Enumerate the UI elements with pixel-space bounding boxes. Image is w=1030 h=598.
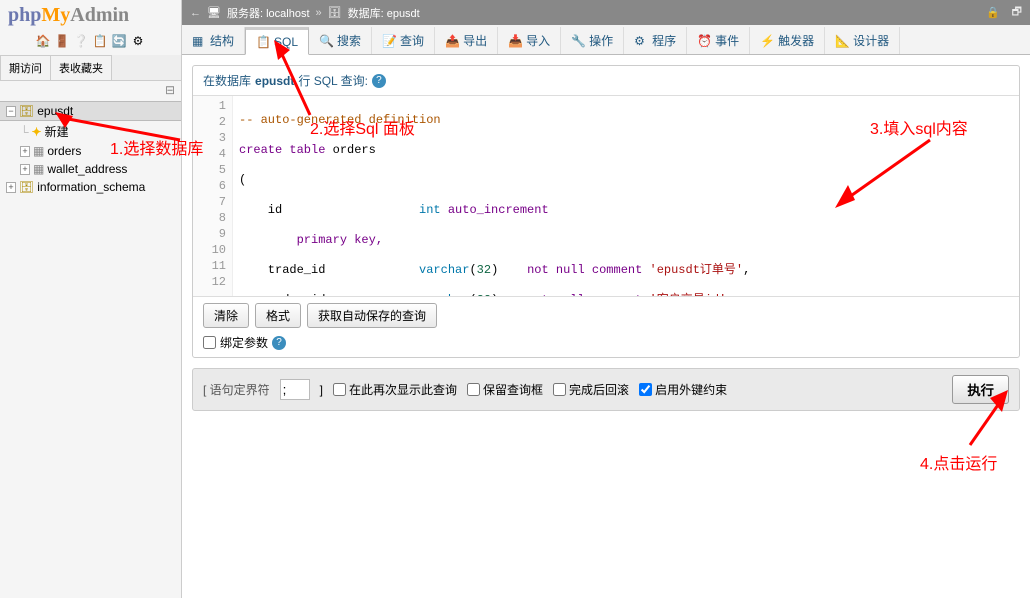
- table-label: wallet_address: [47, 162, 127, 176]
- plus-icon[interactable]: +: [6, 182, 16, 193]
- tab-sql[interactable]: 📋SQL: [245, 27, 309, 55]
- tab-export[interactable]: 📤导出: [435, 27, 498, 54]
- breadcrumb: ← 🖥 服务器: localhost » 🗄 数据库: epusdt 🔒 🗗: [182, 0, 1030, 25]
- tab-triggers[interactable]: ⚡触发器: [750, 27, 825, 54]
- tab-events[interactable]: ⏰事件: [687, 27, 750, 54]
- db-label: epusdt: [37, 104, 73, 118]
- main-tabs: ▦结构 📋SQL 🔍搜索 📝查询 📤导出 📥导入 🔧操作 ⚙程序 ⏰事件 ⚡触发…: [182, 25, 1030, 55]
- import-icon: 📥: [508, 34, 522, 48]
- bc-server[interactable]: 服务器: localhost: [227, 5, 310, 21]
- minus-icon: −: [6, 106, 16, 117]
- help-icon[interactable]: ?: [272, 336, 286, 350]
- structure-icon: ▦: [192, 34, 206, 48]
- new-icon: ✦: [32, 125, 42, 139]
- db-label: information_schema: [37, 180, 145, 194]
- rollback-checkbox[interactable]: [553, 383, 566, 396]
- autosave-button[interactable]: 获取自动保存的查询: [307, 303, 437, 328]
- lock-icon[interactable]: 🔒: [986, 6, 1000, 19]
- sidebar: phpMyAdmin 🏠 🚪 ❔ 📋 🔄 ⚙ 期访问 表收藏夹 ⊟ − 🗄 ep…: [0, 0, 182, 598]
- settings-icon[interactable]: ⚙: [130, 33, 146, 49]
- table-icon: ▦: [33, 162, 44, 176]
- content-area: 在数据库 epusdt 行 SQL 查询: ? 123456789101112 …: [182, 55, 1030, 598]
- plus-icon[interactable]: +: [20, 164, 30, 175]
- new-label: 新建: [45, 123, 69, 140]
- delim-input[interactable]: [280, 379, 310, 400]
- keep-box-checkbox[interactable]: [467, 383, 480, 396]
- tab-designer[interactable]: 📐设计器: [825, 27, 900, 54]
- plus-icon[interactable]: +: [20, 146, 30, 157]
- database-icon: 🗄: [328, 6, 342, 19]
- home-icon[interactable]: 🏠: [35, 33, 51, 49]
- bc-database[interactable]: 数据库: epusdt: [348, 5, 420, 21]
- export-icon: 📤: [445, 34, 459, 48]
- sql-icon[interactable]: 📋: [92, 33, 108, 49]
- tab-structure[interactable]: ▦结构: [182, 27, 245, 54]
- bind-params-checkbox[interactable]: [203, 336, 216, 349]
- help-icon[interactable]: ?: [372, 74, 386, 88]
- tab-operations[interactable]: 🔧操作: [561, 27, 624, 54]
- table-label: orders: [47, 144, 81, 158]
- events-icon: ⏰: [697, 34, 711, 48]
- reload-icon[interactable]: 🔄: [111, 33, 127, 49]
- tree-table-wallet[interactable]: + ▦ wallet_address: [14, 160, 181, 178]
- panel-dbname: epusdt: [255, 74, 294, 88]
- panel-head: 在数据库 epusdt 行 SQL 查询: ?: [193, 66, 1019, 96]
- db-epusdt[interactable]: − 🗄 epusdt: [0, 101, 181, 121]
- sidebar-tabs: 期访问 表收藏夹: [0, 55, 181, 81]
- database-icon: 🗄: [19, 104, 34, 118]
- delim-close: ]: [320, 383, 323, 397]
- database-icon: 🗄: [19, 180, 34, 194]
- db-information-schema[interactable]: + 🗄 information_schema: [0, 178, 181, 196]
- logout-icon[interactable]: 🚪: [54, 33, 70, 49]
- tab-import[interactable]: 📥导入: [498, 27, 561, 54]
- recent-tab[interactable]: 期访问: [0, 55, 50, 80]
- fk-checkbox[interactable]: [639, 383, 652, 396]
- clear-button[interactable]: 清除: [203, 303, 249, 328]
- panel-footer: 清除 格式 获取自动保存的查询 绑定参数 ?: [193, 296, 1019, 357]
- logo: phpMyAdmin: [0, 0, 181, 31]
- execute-button[interactable]: 执行: [952, 375, 1009, 404]
- routines-icon: ⚙: [634, 34, 648, 48]
- main: ← 🖥 服务器: localhost » 🗄 数据库: epusdt 🔒 🗗 ▦…: [182, 0, 1030, 598]
- docs-icon[interactable]: ❔: [73, 33, 89, 49]
- query-icon: 📝: [382, 34, 396, 48]
- exec-bar: [ 语句定界符 ] 在此再次显示此查询 保留查询框 完成后回滚 启用外键约束 执…: [192, 368, 1020, 411]
- sql-panel: 在数据库 epusdt 行 SQL 查询: ? 123456789101112 …: [192, 65, 1020, 358]
- bc-sep: »: [316, 7, 322, 19]
- server-icon: 🖥: [207, 6, 221, 19]
- db-tree: − 🗄 epusdt └ ✦ 新建 + ▦ orders + ▦ w: [0, 99, 181, 598]
- code-area[interactable]: -- auto-generated definition create tabl…: [233, 96, 1019, 296]
- designer-icon: 📐: [835, 34, 849, 48]
- tree-table-orders[interactable]: + ▦ orders: [14, 142, 181, 160]
- page-link-icon[interactable]: 🗗: [1012, 3, 1022, 22]
- triggers-icon: ⚡: [760, 34, 774, 48]
- favorites-tab[interactable]: 表收藏夹: [50, 55, 112, 80]
- search-icon: 🔍: [319, 34, 333, 48]
- tree-new[interactable]: └ ✦ 新建: [14, 121, 181, 142]
- sql-editor[interactable]: 123456789101112 -- auto-generated defini…: [193, 96, 1019, 296]
- format-button[interactable]: 格式: [255, 303, 301, 328]
- line-icon: └: [20, 125, 29, 139]
- line-gutter: 123456789101112: [193, 96, 233, 296]
- sidebar-toolbar: 🏠 🚪 ❔ 📋 🔄 ⚙: [0, 31, 181, 55]
- tab-query[interactable]: 📝查询: [372, 27, 435, 54]
- table-icon: ▦: [33, 144, 44, 158]
- nav-collapse-icon[interactable]: ←: [190, 7, 201, 19]
- tab-routines[interactable]: ⚙程序: [624, 27, 687, 54]
- bind-params-label: 绑定参数: [220, 334, 268, 351]
- show-again-checkbox[interactable]: [333, 383, 346, 396]
- collapse-icon[interactable]: ⊟: [0, 81, 181, 99]
- tab-search[interactable]: 🔍搜索: [309, 27, 372, 54]
- sql-icon: 📋: [256, 35, 270, 49]
- operations-icon: 🔧: [571, 34, 585, 48]
- delim-label: [ 语句定界符: [203, 381, 270, 398]
